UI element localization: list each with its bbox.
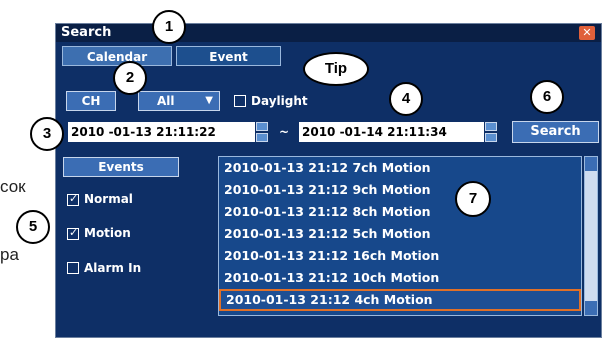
search-button[interactable]: Search xyxy=(512,121,599,143)
callout-2: 2 xyxy=(113,61,147,95)
close-button[interactable]: ✕ xyxy=(579,26,595,40)
range-separator: ~ xyxy=(279,125,290,139)
window-title: Search xyxy=(61,25,112,40)
list-item[interactable]: 2010-01-13 21:12 8ch Motion xyxy=(219,201,581,223)
events-header: Events xyxy=(63,157,179,177)
alarm-in-label: Alarm In xyxy=(84,261,142,275)
check-icon: ✓ xyxy=(69,226,79,239)
daylight-label: Daylight xyxy=(251,94,308,108)
list-item[interactable]: 2010-01-13 21:12 7ch Motion xyxy=(219,157,581,179)
spinner-down-icon[interactable] xyxy=(256,133,268,142)
tab-calendar[interactable]: Calendar xyxy=(62,46,172,66)
side-text-2: ра xyxy=(0,245,19,264)
callout-4: 4 xyxy=(389,82,423,116)
start-datetime-field[interactable]: 2010 -01-13 21:11:22 xyxy=(68,122,255,142)
list-item[interactable]: 2010-01-13 21:12 9ch Motion xyxy=(219,179,581,201)
results-list[interactable]: 2010-01-13 21:12 7ch Motion 2010-01-13 2… xyxy=(218,156,582,316)
alarm-in-checkbox[interactable] xyxy=(67,262,79,274)
list-item[interactable]: 2010-01-13 21:12 10ch Motion xyxy=(219,267,581,289)
channel-select[interactable]: All ▼ xyxy=(138,91,220,111)
end-datetime-field[interactable]: 2010 -01-14 21:11:34 xyxy=(299,122,484,142)
channel-select-value: All xyxy=(157,94,175,108)
list-item-selected[interactable]: 2010-01-13 21:12 4ch Motion xyxy=(219,289,581,311)
spinner-up-icon[interactable] xyxy=(256,122,268,131)
chevron-down-icon: ▼ xyxy=(205,95,213,106)
tab-event[interactable]: Event xyxy=(176,46,281,66)
title-bar: Search ✕ xyxy=(56,24,601,42)
end-datetime-spinner[interactable] xyxy=(485,122,497,142)
motion-checkbox[interactable]: ✓ xyxy=(67,226,79,240)
results-scrollbar[interactable] xyxy=(584,156,598,316)
normal-label: Normal xyxy=(84,192,133,206)
scroll-up-icon[interactable] xyxy=(585,157,597,171)
list-item[interactable]: 2010-01-13 21:12 5ch Motion xyxy=(219,223,581,245)
callout-tip: Tip xyxy=(303,52,369,86)
spinner-up-icon[interactable] xyxy=(485,122,497,131)
callout-7: 7 xyxy=(455,181,491,217)
list-item[interactable]: 2010-01-13 21:12 16ch Motion xyxy=(219,245,581,267)
side-text-1: сок xyxy=(0,177,26,196)
callout-3: 3 xyxy=(30,117,64,151)
motion-label: Motion xyxy=(84,226,131,240)
check-icon: ✓ xyxy=(69,192,79,205)
callout-1: 1 xyxy=(152,10,186,44)
daylight-checkbox[interactable] xyxy=(234,95,246,107)
scroll-down-icon[interactable] xyxy=(585,301,597,315)
start-datetime-spinner[interactable] xyxy=(256,122,268,142)
normal-checkbox[interactable]: ✓ xyxy=(67,192,79,206)
ch-label: CH xyxy=(66,91,116,111)
callout-5: 5 xyxy=(16,210,50,244)
spinner-down-icon[interactable] xyxy=(485,133,497,142)
callout-6: 6 xyxy=(530,80,564,114)
